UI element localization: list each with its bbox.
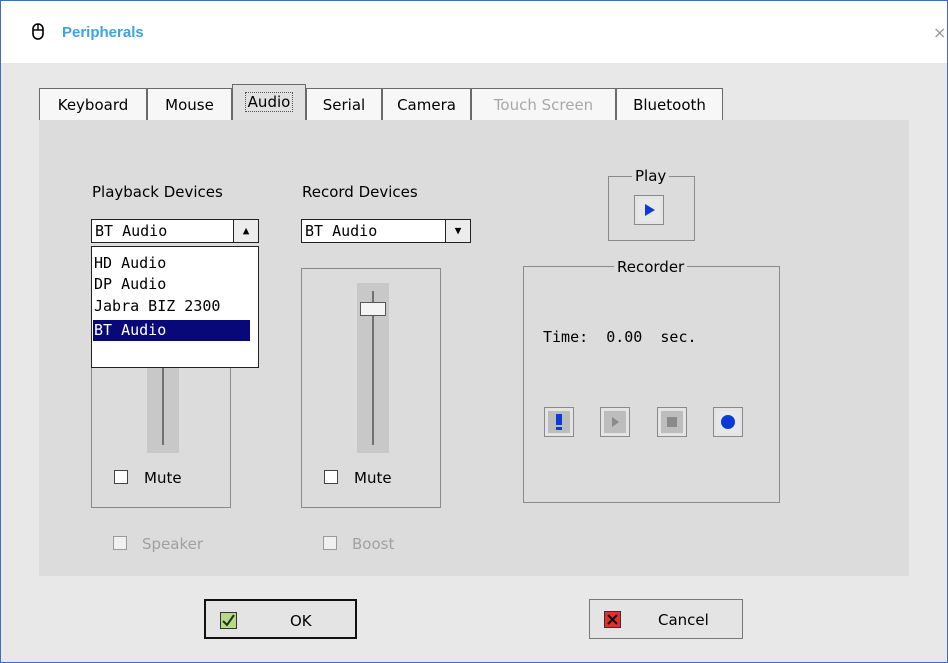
- playback-mute-label: Mute: [144, 469, 182, 487]
- boost-checkbox[interactable]: [323, 536, 337, 550]
- mouse-icon: [32, 23, 44, 44]
- chevron-down-icon[interactable]: ▼: [445, 220, 470, 242]
- list-item[interactable]: HD Audio: [94, 253, 166, 274]
- tab-mouse[interactable]: Mouse: [147, 88, 232, 120]
- boost-label: Boost: [352, 535, 395, 553]
- playback-selected-value: BT Audio: [95, 222, 168, 240]
- record-selected-value: BT Audio: [305, 222, 378, 240]
- tab-serial[interactable]: Serial: [306, 88, 382, 120]
- cancel-label: Cancel: [658, 611, 709, 629]
- time-unit: sec.: [660, 328, 697, 346]
- speaker-label: Speaker: [142, 535, 204, 553]
- play-test-button[interactable]: [634, 195, 664, 225]
- close-icon[interactable]: ×: [933, 23, 946, 42]
- playback-mute-checkbox[interactable]: [114, 470, 128, 484]
- record-icon: [717, 411, 739, 433]
- playback-devices-label: Playback Devices: [92, 183, 223, 201]
- tab-bluetooth-label: Bluetooth: [633, 96, 706, 114]
- recorder-group: [523, 266, 780, 503]
- recorder-legend: Recorder: [614, 258, 688, 276]
- list-item[interactable]: DP Audio: [94, 274, 166, 295]
- window-title: Peripherals: [62, 24, 144, 41]
- tab-serial-label: Serial: [322, 96, 366, 114]
- play-icon: [638, 199, 660, 221]
- exclamation-icon: [548, 411, 570, 433]
- speaker-checkbox[interactable]: [113, 536, 127, 550]
- tab-audio-label: Audio: [244, 92, 294, 112]
- tab-keyboard[interactable]: Keyboard: [39, 88, 147, 120]
- checkmark-icon: [220, 612, 237, 629]
- recorder-time-readout: Time: 0.00 sec.: [543, 328, 697, 346]
- tab-audio[interactable]: Audio: [232, 84, 306, 121]
- title-bar: Peripherals ×: [1, 1, 947, 63]
- record-devices-label: Record Devices: [302, 183, 418, 201]
- recorder-record-button[interactable]: [713, 407, 743, 437]
- playback-device-list[interactable]: HD Audio DP Audio Jabra BIZ 2300 BT Audi…: [91, 246, 259, 368]
- list-item[interactable]: Jabra BIZ 2300: [94, 296, 220, 317]
- tab-touch-screen-label: Touch Screen: [493, 96, 594, 114]
- record-mute-checkbox[interactable]: [324, 470, 338, 484]
- tab-touch-screen[interactable]: Touch Screen: [471, 88, 616, 120]
- cancel-button[interactable]: Cancel: [589, 599, 743, 639]
- recorder-play-button[interactable]: [600, 407, 630, 437]
- playback-slider-line: [162, 367, 164, 445]
- ok-button[interactable]: OK: [204, 599, 357, 639]
- chevron-up-icon[interactable]: ▲: [233, 220, 258, 242]
- record-device-select[interactable]: BT Audio ▼: [301, 219, 471, 243]
- stop-icon: [661, 411, 683, 433]
- record-volume-group: Mute: [301, 268, 441, 508]
- playback-volume-slider[interactable]: [147, 359, 179, 453]
- x-icon: [604, 611, 621, 628]
- record-slider-thumb[interactable]: [360, 302, 386, 316]
- tab-bluetooth[interactable]: Bluetooth: [616, 88, 723, 120]
- play-legend: Play: [632, 167, 670, 185]
- peripherals-window: Peripherals × Keyboard Mouse Audio Seria…: [0, 0, 948, 663]
- record-mute-label: Mute: [354, 469, 392, 487]
- time-label: Time:: [543, 328, 589, 346]
- list-item-selected[interactable]: BT Audio: [92, 319, 251, 342]
- tab-mouse-label: Mouse: [165, 96, 214, 114]
- playback-device-select[interactable]: BT Audio ▲: [91, 219, 259, 243]
- play-icon: [604, 411, 626, 433]
- ok-label: OK: [290, 612, 312, 630]
- tab-camera-label: Camera: [397, 96, 456, 114]
- recorder-alert-button[interactable]: [544, 407, 574, 437]
- recorder-stop-button[interactable]: [657, 407, 687, 437]
- tab-camera[interactable]: Camera: [382, 88, 471, 120]
- time-value: 0.00: [606, 328, 643, 346]
- tab-keyboard-label: Keyboard: [57, 96, 129, 114]
